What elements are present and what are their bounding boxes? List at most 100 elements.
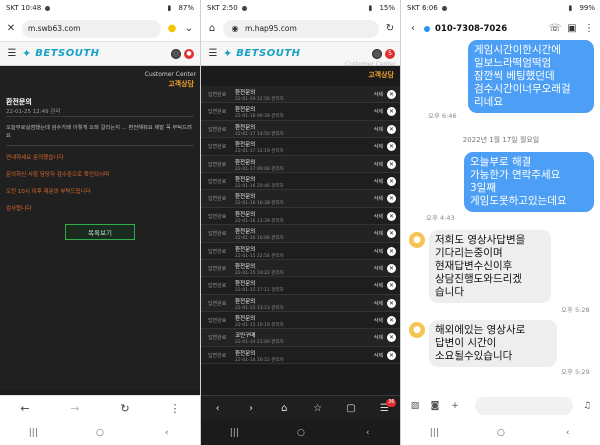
close-icon[interactable]: ✕ — [387, 246, 396, 256]
delete-button[interactable]: 삭제 — [374, 213, 383, 220]
recents-icon[interactable]: ||| — [228, 427, 240, 439]
home-icon[interactable]: ⌂ — [278, 403, 290, 415]
delete-button[interactable]: 삭제 — [374, 143, 383, 150]
close-icon[interactable]: ✕ — [5, 23, 17, 35]
sent-message[interactable]: 게임시간이한시간에 일보느라떡엄떡엄 잠깐씩 베팅했던데 검수시간이너무오래걸 … — [468, 40, 594, 113]
chevron-down-icon[interactable]: ⌄ — [183, 23, 195, 35]
delete-button[interactable]: 삭제 — [374, 195, 383, 202]
back-icon[interactable]: ‹ — [362, 427, 374, 439]
message-input[interactable] — [475, 397, 573, 415]
list-item[interactable]: 답변완료 환전문의 22-01-15 19:22 관리자 삭제 ✕ — [201, 259, 400, 278]
delete-button[interactable]: 삭제 — [374, 230, 383, 237]
camera-icon[interactable]: ◙ — [429, 400, 441, 412]
forward-arrow-icon[interactable]: › — [245, 403, 257, 415]
delete-button[interactable]: 삭제 — [374, 161, 383, 168]
close-icon[interactable]: ✕ — [387, 142, 396, 152]
sent-message[interactable]: 오늘부로 해결 가능한가 연락주세요 3일째 게임도못하고있는데요 — [464, 152, 594, 212]
close-icon[interactable]: ✕ — [387, 194, 396, 204]
image-icon[interactable]: ▨ — [409, 400, 421, 412]
add-icon[interactable]: + — [449, 400, 461, 412]
list-item[interactable]: 답변완료 환전문의 22-01-19 12:56 관리자 삭제 ✕ — [201, 86, 400, 104]
close-icon[interactable]: ✕ — [387, 350, 396, 360]
delete-button[interactable]: 삭제 — [374, 265, 383, 272]
close-icon[interactable]: ✕ — [387, 263, 396, 273]
address-field[interactable]: ◉ m.hap95.com — [223, 19, 379, 38]
list-item[interactable]: 답변완료 환전문의 22-01-16 10:06 관리자 삭제 ✕ — [201, 225, 400, 243]
list-item[interactable]: 답변완료 환전문의 22-01-16 16:38 관리자 삭제 ✕ — [201, 190, 400, 208]
user-icon[interactable] — [171, 48, 181, 59]
forward-arrow-icon[interactable]: → — [69, 403, 81, 415]
received-message[interactable]: 저희도 영상사답변을 기다리는중이며 현재답변수신이후 상담진행도와드리겠 습니… — [429, 230, 551, 303]
home-icon[interactable]: ⌂ — [206, 23, 218, 35]
list-item[interactable]: 답변완료 환전문의 22-01-14 16:52 관리자 삭제 ✕ — [201, 346, 400, 365]
menu-icon[interactable]: ☰ — [6, 48, 18, 60]
delete-button[interactable]: 삭제 — [374, 248, 383, 255]
close-icon[interactable]: ✕ — [387, 176, 396, 186]
home-icon[interactable]: ○ — [495, 427, 507, 439]
close-icon[interactable]: ✕ — [387, 316, 396, 326]
home-icon[interactable]: ○ — [94, 427, 106, 439]
list-item[interactable]: 답변완료 환전문의 22-01-16 13:39 관리자 삭제 ✕ — [201, 207, 400, 226]
list-item[interactable]: 답변완료 환전문의 22-01-17 09:08 관리자 삭제 ✕ — [201, 155, 400, 173]
delete-button[interactable]: 삭제 — [374, 91, 383, 98]
delete-button[interactable]: 삭제 — [374, 300, 383, 307]
more-icon[interactable]: ⋮ — [169, 403, 181, 415]
menu-icon[interactable]: ☰ 36 — [378, 398, 397, 415]
address-field[interactable]: m.swb63.com — [22, 19, 161, 38]
delete-button[interactable]: 삭제 — [374, 108, 383, 115]
video-icon[interactable]: ▣ — [566, 23, 578, 35]
received-message[interactable]: 해외에있는 영상사로 답변이 시간이 소요될수있습니다 — [429, 320, 557, 367]
list-item[interactable]: 답변완료 환전문의 22-01-18 09:39 관리자 삭제 ✕ — [201, 103, 400, 121]
list-item[interactable]: 답변완료 코인구매 22-01-14 21:00 관리자 삭제 ✕ — [201, 329, 400, 347]
close-icon[interactable]: ✕ — [387, 229, 396, 239]
kakao-icon[interactable]: ● — [166, 23, 178, 35]
back-arrow-icon[interactable]: ← — [19, 403, 31, 415]
close-icon[interactable]: ✕ — [387, 333, 396, 343]
notification-badge-icon[interactable]: ● — [184, 48, 194, 59]
delete-button[interactable]: 삭제 — [374, 352, 383, 359]
recents-icon[interactable]: ||| — [27, 427, 39, 439]
back-icon[interactable]: ‹ — [562, 427, 574, 439]
notification-badge[interactable]: 5 — [385, 48, 395, 59]
phone-icon[interactable]: ☏ — [549, 23, 562, 35]
bookmark-icon[interactable]: ☆ — [312, 403, 324, 415]
delete-button[interactable]: 삭제 — [374, 317, 383, 324]
site-logo[interactable]: BETSOUTH — [35, 48, 99, 59]
recents-icon[interactable]: ||| — [428, 427, 440, 439]
close-icon[interactable]: ✕ — [387, 159, 396, 169]
battery-level: 87% — [178, 4, 194, 12]
voice-icon[interactable]: ♫ — [581, 400, 593, 412]
site-info-icon[interactable]: ◉ — [229, 23, 241, 35]
close-icon[interactable]: ✕ — [387, 107, 396, 117]
close-icon[interactable]: ✕ — [387, 124, 396, 134]
delete-button[interactable]: 삭제 — [374, 334, 383, 341]
back-arrow-icon[interactable]: ‹ — [407, 23, 419, 35]
list-item[interactable]: 답변완료 환전문의 22-01-17 14:50 관리자 삭제 ✕ — [201, 120, 400, 139]
status-carrier-time: SKT 6:06 — [407, 4, 438, 12]
list-item[interactable]: 답변완료 환전문의 22-01-15 17:11 관리자 삭제 ✕ — [201, 277, 400, 295]
reload-icon[interactable]: ↻ — [384, 23, 396, 35]
close-icon[interactable]: ✕ — [387, 90, 396, 99]
more-icon[interactable]: ⋮ — [583, 23, 595, 35]
close-icon[interactable]: ✕ — [387, 298, 396, 308]
home-icon[interactable]: ○ — [295, 427, 307, 439]
user-icon[interactable] — [372, 48, 382, 59]
tabs-icon[interactable]: ▢ — [345, 403, 357, 415]
list-item[interactable]: 답변완료 환전문의 22-01-15 22:54 관리자 삭제 ✕ — [201, 242, 400, 260]
delete-button[interactable]: 삭제 — [374, 282, 383, 289]
delete-button[interactable]: 삭제 — [374, 178, 383, 185]
menu-icon[interactable]: ☰ — [207, 48, 219, 60]
list-item[interactable]: 답변완료 환전문의 22-01-15 13:13 관리자 삭제 ✕ — [201, 294, 400, 313]
list-item[interactable]: 답변완료 환전문의 22-01-16 20:46 관리자 삭제 ✕ — [201, 172, 400, 191]
list-item[interactable]: 답변완료 환전문의 22-01-17 12:19 관리자 삭제 ✕ — [201, 138, 400, 156]
reload-icon[interactable]: ↻ — [119, 403, 131, 415]
back-icon[interactable]: ‹ — [161, 427, 173, 439]
back-arrow-icon[interactable]: ‹ — [212, 403, 224, 415]
contact-dot-icon — [424, 26, 430, 32]
list-item[interactable]: 답변완료 환전문의 22-01-15 10:19 관리자 삭제 ✕ — [201, 312, 400, 330]
close-icon[interactable]: ✕ — [387, 281, 396, 291]
site-logo[interactable]: BETSOUTH — [236, 48, 300, 59]
list-button[interactable]: 목록보기 — [65, 224, 135, 240]
delete-button[interactable]: 삭제 — [374, 126, 383, 133]
close-icon[interactable]: ✕ — [387, 211, 396, 221]
